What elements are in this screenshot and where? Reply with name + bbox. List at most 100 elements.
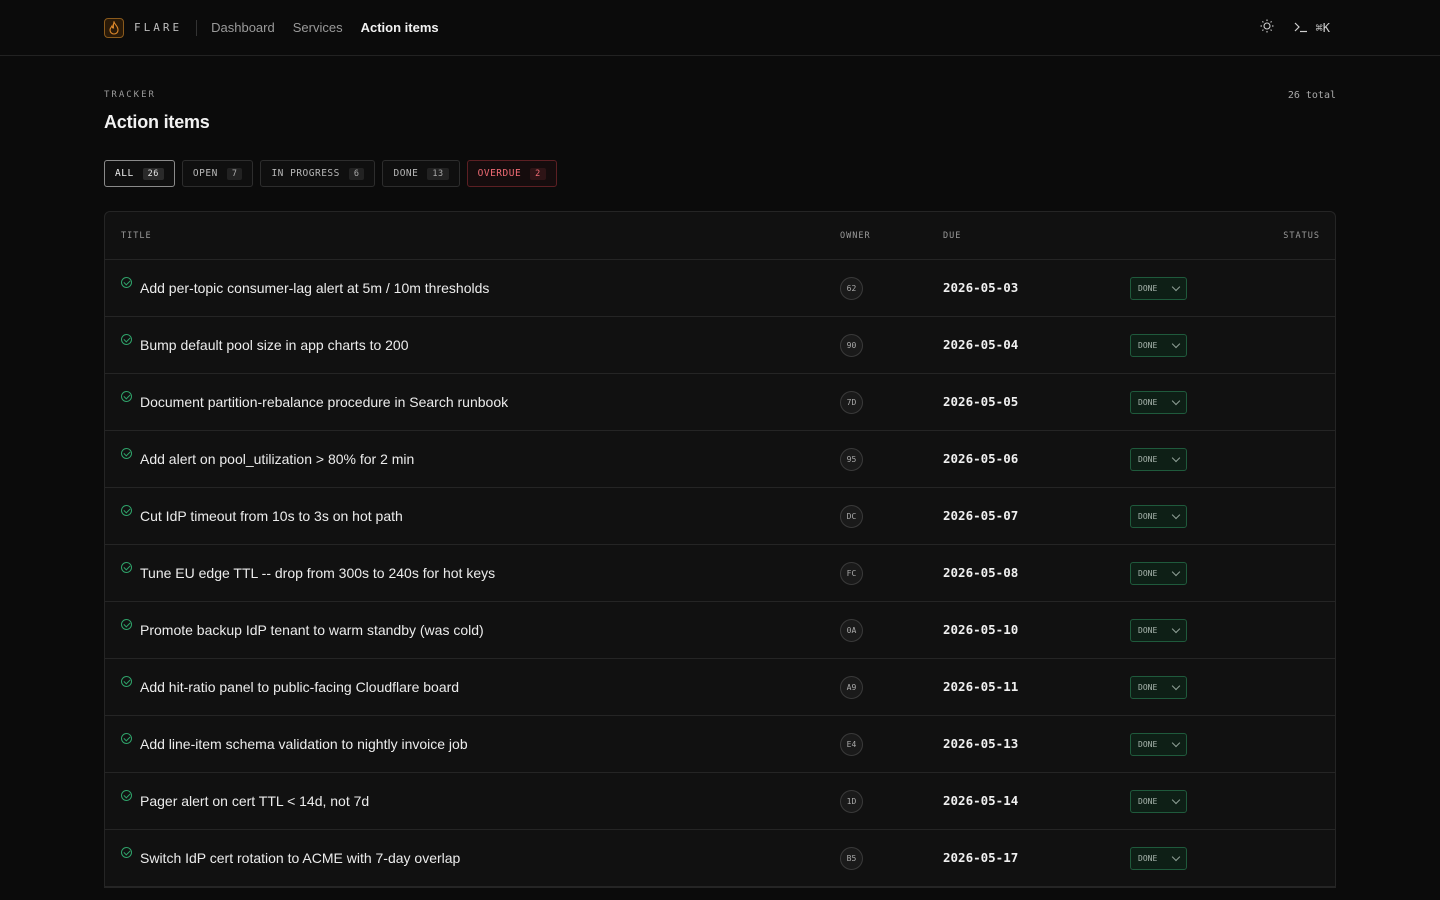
due-date: 2026-05-07 bbox=[943, 508, 1019, 523]
status-dropdown[interactable]: DONE bbox=[1130, 276, 1187, 300]
chevron-down-icon bbox=[1171, 339, 1181, 348]
top-nav-bar: FLARE Dashboard Services Action items ⌘K bbox=[0, 0, 1440, 56]
due-date: 2026-05-17 bbox=[943, 850, 1019, 865]
owner-cell: 62 bbox=[840, 276, 863, 300]
owner-cell: B5 bbox=[840, 846, 863, 870]
filter-count: 26 bbox=[142, 167, 164, 180]
action-item-title[interactable]: Switch IdP cert rotation to ACME with 7-… bbox=[140, 850, 460, 866]
filter-chips: ALL 26 OPEN 7 IN PROGRESS 6 DONE 13 OVER… bbox=[104, 160, 1336, 187]
table-row[interactable]: Bump default pool size in app charts to … bbox=[105, 317, 1335, 374]
status-dropdown[interactable]: DONE bbox=[1130, 618, 1187, 642]
table-row[interactable]: Pager alert on cert TTL < 14d, not 7d 1D 2… bbox=[105, 773, 1335, 830]
filter-overdue[interactable]: OVERDUE 2 bbox=[466, 160, 557, 187]
action-item-title[interactable]: Bump default pool size in app charts to … bbox=[140, 337, 409, 353]
action-item-title[interactable]: Add alert on pool_utilization > 80% for … bbox=[140, 451, 414, 467]
owner-avatar[interactable]: 95 bbox=[840, 447, 863, 471]
nav-action-items[interactable]: Action items bbox=[361, 20, 439, 35]
status-label: DONE bbox=[1138, 568, 1158, 578]
chevron-down-icon bbox=[1171, 624, 1181, 633]
page-heading: TRACKER Action items bbox=[104, 90, 210, 133]
row-title-cell: Add hit-ratio panel to public-facing Clo… bbox=[121, 675, 459, 695]
column-header-title[interactable]: TITLE bbox=[121, 231, 152, 241]
status-label: DONE bbox=[1138, 739, 1158, 749]
status-cell: DONE bbox=[1130, 276, 1187, 300]
done-check-icon bbox=[121, 846, 132, 858]
status-label: DONE bbox=[1138, 682, 1158, 692]
status-dropdown[interactable]: DONE bbox=[1130, 390, 1187, 414]
row-title-cell: Add line-item schema validation to night… bbox=[121, 732, 468, 752]
status-dropdown[interactable]: DONE bbox=[1130, 447, 1187, 471]
owner-avatar[interactable]: 90 bbox=[840, 333, 863, 357]
table-row[interactable]: Cut IdP timeout from 10s to 3s on hot pa… bbox=[105, 488, 1335, 545]
status-dropdown[interactable]: DONE bbox=[1130, 846, 1187, 870]
action-item-title[interactable]: Add hit-ratio panel to public-facing Clo… bbox=[140, 679, 459, 695]
table-header: TITLE OWNER DUE STATUS bbox=[105, 212, 1335, 260]
owner-avatar[interactable]: 1D bbox=[840, 789, 863, 813]
due-cell: 2026-05-14 bbox=[943, 792, 1018, 810]
nav-dashboard[interactable]: Dashboard bbox=[211, 20, 275, 35]
status-label: DONE bbox=[1138, 511, 1158, 521]
action-item-title[interactable]: Add line-item schema validation to night… bbox=[140, 736, 468, 752]
status-cell: DONE bbox=[1130, 675, 1187, 699]
owner-avatar[interactable]: 62 bbox=[840, 276, 863, 300]
table-row[interactable]: Promote backup IdP tenant to warm standb… bbox=[105, 602, 1335, 659]
status-dropdown[interactable]: DONE bbox=[1130, 732, 1187, 756]
owner-avatar[interactable]: FC bbox=[840, 561, 863, 585]
filter-all[interactable]: ALL 26 bbox=[104, 160, 175, 187]
status-dropdown[interactable]: DONE bbox=[1130, 333, 1187, 357]
filter-open[interactable]: OPEN 7 bbox=[181, 160, 254, 187]
due-cell: 2026-05-10 bbox=[943, 621, 1018, 639]
done-check-icon bbox=[121, 390, 132, 402]
due-date: 2026-05-10 bbox=[943, 622, 1019, 637]
action-items-table: TITLE OWNER DUE STATUS Add per-topic con… bbox=[104, 211, 1336, 888]
table-row[interactable]: Add line-item schema validation to night… bbox=[105, 716, 1335, 773]
action-item-title[interactable]: Promote backup IdP tenant to warm standb… bbox=[140, 622, 484, 638]
due-date: 2026-05-03 bbox=[943, 280, 1019, 295]
owner-cell: 95 bbox=[840, 447, 863, 471]
theme-toggle-sun-icon[interactable] bbox=[1260, 19, 1274, 38]
brand[interactable]: FLARE bbox=[104, 17, 183, 38]
table-row[interactable]: Add alert on pool_utilization > 80% for … bbox=[105, 431, 1335, 488]
table-row[interactable]: Document partition-rebalance procedure i… bbox=[105, 374, 1335, 431]
column-header-status[interactable]: STATUS bbox=[1283, 231, 1320, 241]
status-cell: DONE bbox=[1130, 846, 1187, 870]
action-item-title[interactable]: Tune EU edge TTL -- drop from 300s to 24… bbox=[140, 565, 495, 581]
table-row[interactable]: Add hit-ratio panel to public-facing Clo… bbox=[105, 659, 1335, 716]
filter-label: OPEN bbox=[192, 168, 218, 179]
status-dropdown[interactable]: DONE bbox=[1130, 561, 1187, 585]
table-row[interactable]: Tune EU edge TTL -- drop from 300s to 24… bbox=[105, 545, 1335, 602]
table-row[interactable]: Add per-topic consumer-lag alert at 5m /… bbox=[105, 260, 1335, 317]
owner-avatar[interactable]: 0A bbox=[840, 618, 863, 642]
status-label: DONE bbox=[1138, 283, 1158, 293]
chevron-down-icon bbox=[1171, 738, 1181, 747]
action-item-title[interactable]: Add per-topic consumer-lag alert at 5m /… bbox=[140, 280, 489, 296]
owner-avatar[interactable]: 7D bbox=[840, 390, 863, 414]
done-check-icon bbox=[121, 333, 132, 345]
divider bbox=[196, 19, 198, 36]
filter-count: 13 bbox=[427, 167, 449, 180]
table-body: Add per-topic consumer-lag alert at 5m /… bbox=[105, 260, 1335, 887]
filter-done[interactable]: DONE 13 bbox=[382, 160, 460, 187]
chevron-down-icon bbox=[1171, 396, 1181, 405]
status-dropdown[interactable]: DONE bbox=[1130, 675, 1187, 699]
nav-services[interactable]: Services bbox=[293, 20, 343, 35]
command-palette-button[interactable]: ⌘K bbox=[1294, 21, 1330, 36]
owner-avatar[interactable]: A9 bbox=[840, 675, 863, 699]
page-title: Action items bbox=[104, 112, 210, 132]
status-dropdown[interactable]: DONE bbox=[1130, 504, 1187, 528]
due-cell: 2026-05-13 bbox=[943, 735, 1018, 753]
filter-in-progress[interactable]: IN PROGRESS 6 bbox=[260, 160, 376, 187]
due-date: 2026-05-04 bbox=[943, 337, 1019, 352]
column-header-due[interactable]: DUE bbox=[943, 231, 961, 241]
action-item-title[interactable]: Pager alert on cert TTL < 14d, not 7d bbox=[140, 793, 369, 809]
brand-name: FLARE bbox=[134, 21, 183, 34]
status-cell: DONE bbox=[1130, 447, 1187, 471]
action-item-title[interactable]: Cut IdP timeout from 10s to 3s on hot pa… bbox=[140, 508, 403, 524]
status-dropdown[interactable]: DONE bbox=[1130, 789, 1187, 813]
owner-avatar[interactable]: E4 bbox=[840, 732, 863, 756]
column-header-owner[interactable]: OWNER bbox=[840, 231, 871, 241]
table-row[interactable]: Switch IdP cert rotation to ACME with 7-… bbox=[105, 830, 1335, 887]
owner-avatar[interactable]: DC bbox=[840, 504, 863, 528]
action-item-title[interactable]: Document partition-rebalance procedure i… bbox=[140, 394, 508, 410]
owner-avatar[interactable]: B5 bbox=[840, 846, 863, 870]
